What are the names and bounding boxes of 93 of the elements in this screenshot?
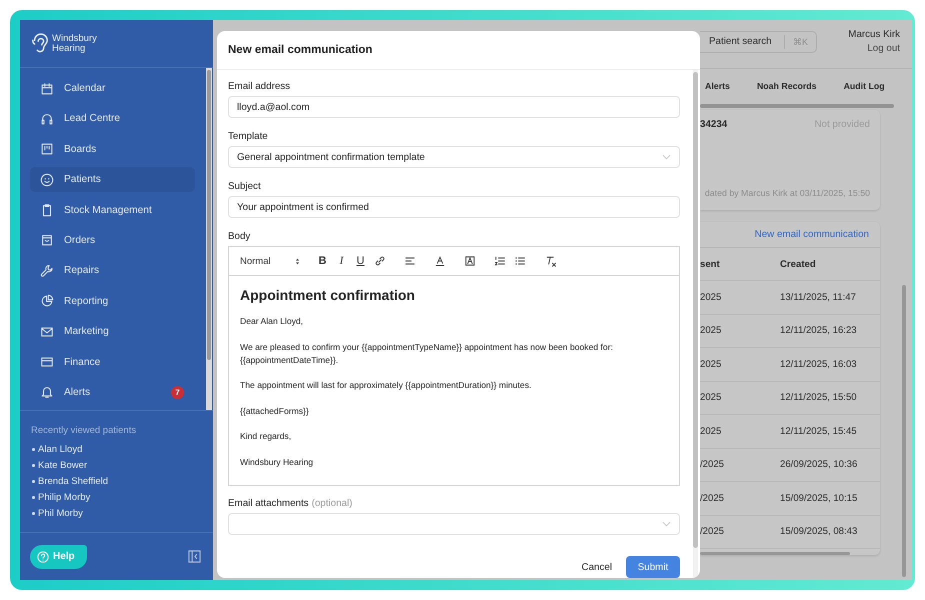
- updated-note: dated by Marcus Kirk at 03/11/2025, 15:50: [704, 188, 870, 198]
- subject-input[interactable]: Your appointment is confirmed: [228, 196, 680, 218]
- align-left-icon[interactable]: [404, 255, 416, 267]
- column-header: sent: [700, 258, 721, 270]
- field-label: Body: [228, 231, 252, 242]
- email-heading: Appointment confirmation: [240, 287, 416, 303]
- nav-item[interactable]: Lead Centre: [30, 106, 195, 132]
- tab[interactable]: Noah Records: [756, 81, 817, 91]
- nav-item[interactable]: Orders: [30, 228, 195, 253]
- optional-hint: (optional): [312, 498, 352, 509]
- nav-item[interactable]: Repairs: [30, 258, 195, 284]
- bullet-list-icon[interactable]: [514, 255, 526, 267]
- question-icon: [37, 550, 49, 563]
- recent-patient-link[interactable]: Phil Morby: [31, 508, 83, 524]
- table-cell-text: 2025: [700, 292, 722, 303]
- email-paragraph: Windsbury Hearing: [240, 456, 314, 468]
- nav-item[interactable]: Stock Management: [30, 198, 195, 223]
- tab[interactable]: Alerts: [705, 81, 730, 91]
- recent-patient-link[interactable]: Kate Bower: [31, 460, 88, 476]
- nav-item[interactable]: Patients: [30, 167, 195, 192]
- board-icon: [40, 142, 54, 156]
- tab[interactable]: Audit Log: [844, 81, 885, 91]
- text-color-icon[interactable]: [434, 255, 446, 267]
- wrench-icon: [40, 264, 54, 278]
- submit-button[interactable]: Submit: [626, 556, 680, 578]
- alert-count-badge: 7: [171, 386, 184, 399]
- email-paragraph: The appointment will last for approximately {{appointmentDuration}} minutes.: [240, 379, 532, 392]
- smiley-icon: [40, 172, 54, 187]
- nav-item[interactable]: Alerts 7: [30, 380, 195, 405]
- user-name: Marcus Kirk: [848, 28, 900, 40]
- link-icon[interactable]: [374, 255, 386, 267]
- nav-item[interactable]: Reporting: [30, 288, 195, 314]
- column-header: Created: [780, 258, 816, 270]
- card-icon: [40, 355, 54, 370]
- detail-value: 34234: [700, 119, 728, 130]
- table-cell: 15/09/2025, 08:43: [780, 526, 858, 538]
- table-cell: 12/11/2025, 16:03: [780, 358, 857, 370]
- recent-patients-heading: Recently viewed patients: [31, 425, 138, 436]
- dialog-title: New email communication: [228, 44, 372, 56]
- new-email-link[interactable]: New email communication: [754, 229, 869, 240]
- chevron-down-icon: [662, 154, 671, 160]
- email-paragraph: We are pleased to confirm your {{appointmentTypeName}} appointment has now been booked for: {{appointmentDateTime}}.: [240, 340, 614, 366]
- cancel-button[interactable]: Cancel: [582, 562, 612, 572]
- nav-item[interactable]: Calendar: [30, 76, 195, 101]
- envelope-icon: [40, 324, 54, 339]
- table-cell: 13/11/2025, 11:47: [780, 292, 856, 303]
- nav-item[interactable]: Marketing: [30, 319, 195, 344]
- brand-name: Windsbury Hearing: [52, 34, 98, 54]
- field-label: Template: [228, 131, 269, 142]
- numbered-list-icon[interactable]: [494, 255, 506, 267]
- email-paragraph: Dear Alan Lloyd,: [240, 315, 304, 328]
- up-down-icon: [295, 256, 300, 266]
- tray-icon: [40, 233, 54, 248]
- table-cell-text: 2025: [700, 325, 722, 336]
- table-cell-text: 2025: [700, 358, 722, 370]
- recent-patient-link[interactable]: Philip Morby: [31, 492, 90, 508]
- table-cell: 12/11/2025, 15:45: [780, 426, 857, 437]
- collapse-sidebar-icon[interactable]: [188, 550, 201, 564]
- pie-chart-icon: [40, 294, 54, 308]
- table-cell: 12/11/2025, 16:23: [780, 325, 857, 336]
- body-editor[interactable]: [228, 246, 680, 486]
- field-label: Email address: [228, 81, 292, 92]
- calendar-icon: [40, 82, 54, 96]
- ear-logo-icon: [31, 32, 49, 56]
- email-input[interactable]: lloyd.a@aol.com: [228, 96, 680, 118]
- recent-patient-link[interactable]: Alan Lloyd: [31, 444, 82, 460]
- table-cell-text: 2025: [700, 426, 722, 437]
- highlight-icon[interactable]: [464, 255, 476, 267]
- italic-button[interactable]: I: [336, 255, 347, 267]
- clear-format-icon[interactable]: [545, 255, 557, 267]
- nav-item[interactable]: Finance: [30, 350, 195, 375]
- bell-icon: [40, 385, 54, 400]
- logout-link[interactable]: Log out: [867, 42, 900, 54]
- clipboard-icon: [40, 203, 54, 218]
- nav-item[interactable]: Boards: [30, 136, 195, 162]
- template-select[interactable]: General appointment confirmation template: [228, 146, 680, 168]
- table-cell: 26/09/2025, 10:36: [780, 459, 858, 470]
- table-cell-text: /2025: [700, 459, 726, 470]
- table-cell-text: /2025: [700, 526, 726, 538]
- email-paragraph: {{attachedForms}}: [240, 404, 310, 418]
- recent-patient-link[interactable]: Brenda Sheffield: [31, 476, 108, 492]
- table-cell: 12/11/2025, 15:50: [780, 392, 857, 404]
- field-label: Subject: [228, 181, 262, 192]
- email-paragraph: Kind regards,: [240, 430, 292, 443]
- field-label: Email attachments: [228, 498, 309, 509]
- headset-icon: [40, 112, 54, 126]
- table-cell: 15/09/2025, 10:15: [780, 492, 858, 504]
- table-cell-text: /2025: [700, 492, 726, 504]
- bold-button[interactable]: B: [317, 255, 328, 267]
- underline-button[interactable]: U: [355, 255, 366, 267]
- table-cell-text: 2025: [700, 392, 722, 404]
- chevron-down-icon: [662, 521, 671, 527]
- format-select[interactable]: Normal: [240, 256, 300, 266]
